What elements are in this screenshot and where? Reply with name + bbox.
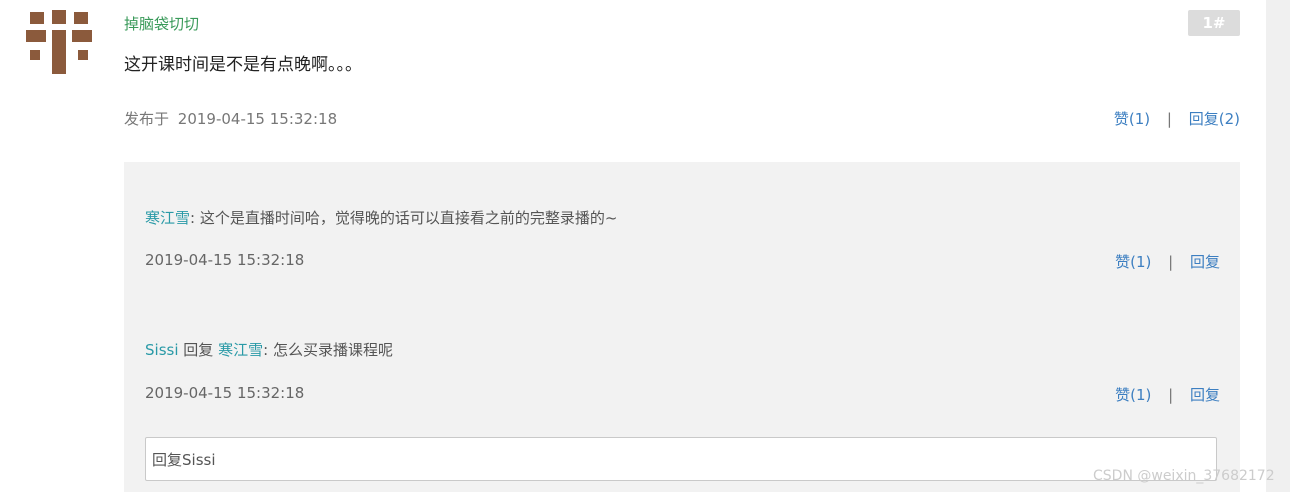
reply-author[interactable]: 寒江雪 [145, 209, 190, 227]
floor-badge: 1# [1188, 10, 1240, 36]
comment-content: 这开课时间是不是有点晚啊。。。 [124, 55, 362, 75]
watermark: CSDN @weixin_37682172 [1093, 468, 1275, 484]
replies-panel: 寒江雪: 这个是直播时间哈，觉得晚的话可以直接看之前的完整录播的~ 2019-0… [124, 162, 1240, 492]
reply-button[interactable]: 回复(2) [1189, 110, 1240, 128]
reply-author[interactable]: Sissi [145, 341, 179, 359]
reply-item: Sissi 回复 寒江雪: 怎么买录播课程呢 [145, 339, 393, 360]
reply-reply-button[interactable]: 回复 [1190, 253, 1220, 271]
reply-like-button[interactable]: 赞(1) [1115, 253, 1151, 271]
posted-prefix: 发布于 [124, 110, 170, 128]
reply-target[interactable]: 寒江雪 [218, 341, 263, 359]
avatar[interactable] [26, 10, 92, 74]
reply-time: 2019-04-15 15:32:18 [145, 251, 305, 269]
reply-text: 这个是直播时间哈，觉得晚的话可以直接看之前的完整录播的~ [199, 209, 618, 227]
reply-actions: 赞(1) | 回复 [1115, 384, 1220, 405]
comment-meta: 发布于 2019-04-15 15:32:18 [124, 108, 337, 129]
action-separator: | [1168, 386, 1174, 404]
reply-text: 怎么买录播课程呢 [272, 341, 393, 359]
reply-item: 寒江雪: 这个是直播时间哈，觉得晚的话可以直接看之前的完整录播的~ [145, 207, 617, 228]
reply-time: 2019-04-15 15:32:18 [145, 384, 305, 402]
like-button[interactable]: 赞(1) [1114, 110, 1150, 128]
action-separator: | [1168, 253, 1174, 271]
reply-input[interactable]: 回复Sissi [145, 437, 1217, 481]
scrollbar-track[interactable] [1266, 0, 1290, 492]
reply-like-button[interactable]: 赞(1) [1115, 386, 1151, 404]
reply-word: 回复 [183, 341, 214, 359]
posted-time: 2019-04-15 15:32:18 [177, 110, 338, 128]
comment-actions: 赞(1) | 回复(2) [1114, 108, 1240, 129]
reply-colon: : [263, 341, 269, 359]
reply-reply-button[interactable]: 回复 [1190, 386, 1220, 404]
comment-username[interactable]: 掉脑袋切切 [124, 13, 199, 34]
avatar-pattern-icon [26, 10, 92, 74]
reply-actions: 赞(1) | 回复 [1115, 251, 1220, 272]
action-separator: | [1166, 110, 1172, 128]
reply-colon: : [190, 209, 196, 227]
